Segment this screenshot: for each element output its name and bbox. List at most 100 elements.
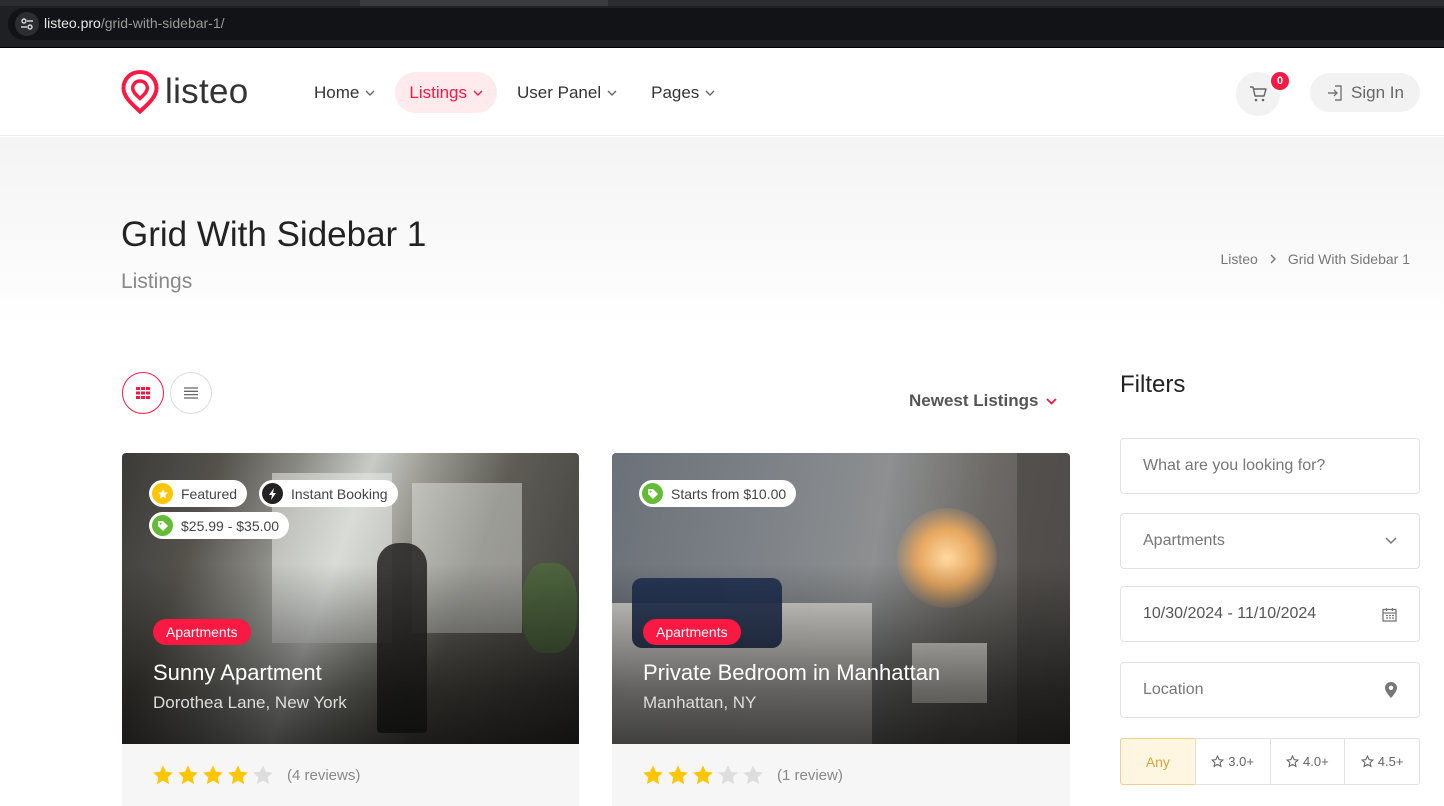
category-value: Apartments <box>1143 532 1225 549</box>
url-text[interactable]: listeo.pro/grid-with-sidebar-1/ <box>44 15 225 31</box>
calendar-icon <box>1382 607 1397 622</box>
date-range-value: 10/30/2024 - 11/10/2024 <box>1143 605 1317 622</box>
category-badge[interactable]: Apartments <box>153 619 251 645</box>
price-badge: $25.99 - $35.00 <box>149 512 290 539</box>
logo[interactable]: listeo <box>121 70 249 114</box>
star-filled-icon <box>153 765 173 785</box>
nav-pages-label: Pages <box>651 82 700 102</box>
rating-option-4-5[interactable]: 4.5+ <box>1344 738 1420 785</box>
sign-in-label: Sign In <box>1351 82 1404 102</box>
star-filled-icon <box>693 765 713 785</box>
site-settings-icon[interactable] <box>15 12 39 36</box>
breadcrumb: Listeo Grid With Sidebar 1 <box>1220 251 1410 267</box>
grid-view-button[interactable] <box>122 372 164 414</box>
listing-title[interactable]: Private Bedroom in Manhattan <box>643 660 940 686</box>
active-tab-edge <box>360 0 608 6</box>
category-badge[interactable]: Apartments <box>643 619 741 645</box>
grid-icon <box>136 387 150 399</box>
rating-option-4[interactable]: 4.0+ <box>1269 738 1346 785</box>
listing-location: Manhattan, NY <box>643 693 757 712</box>
listing-rating-bar: (4 reviews) <box>122 744 579 806</box>
rating-option-3[interactable]: 3.0+ <box>1194 738 1271 785</box>
review-count: (4 reviews) <box>287 766 361 784</box>
search-input[interactable]: What are you looking for? <box>1120 438 1420 494</box>
rating-option-label: Any <box>1145 753 1170 770</box>
star-badge-icon <box>152 483 173 504</box>
star-filled-icon <box>178 765 198 785</box>
rating-option-label: 4.5+ <box>1377 754 1404 769</box>
page-subtitle: Listings <box>121 270 193 293</box>
listing-card[interactable]: Featured Instant Booking $25.99 - $35.00… <box>122 453 579 806</box>
instant-booking-label: Instant Booking <box>291 485 388 502</box>
chevron-down-icon <box>1046 397 1058 405</box>
listing-title[interactable]: Sunny Apartment <box>153 660 322 686</box>
list-view-button[interactable] <box>170 372 212 414</box>
sort-label: Newest Listings <box>909 391 1039 410</box>
chevron-down-icon <box>705 90 715 96</box>
cart-count-badge: 0 <box>1269 70 1291 92</box>
search-placeholder: What are you looking for? <box>1143 457 1326 474</box>
star-filled-icon <box>228 765 248 785</box>
page-title: Grid With Sidebar 1 <box>121 215 427 254</box>
logo-text: listeo <box>165 72 249 111</box>
filters-title: Filters <box>1120 371 1186 398</box>
star-empty-icon <box>743 765 763 785</box>
nav-home-label: Home <box>314 82 360 102</box>
star-filled-icon <box>203 765 223 785</box>
sort-dropdown[interactable]: Newest Listings <box>909 391 1058 411</box>
rating-option-label: 4.0+ <box>1303 754 1329 769</box>
browser-bar: listeo.pro/grid-with-sidebar-1/ <box>0 0 1444 48</box>
star-rating <box>642 764 767 786</box>
lightning-icon <box>262 483 283 504</box>
url-host: listeo.pro <box>44 15 101 31</box>
main-nav: Home Listings User Panel Pages <box>300 72 735 113</box>
star-outline-icon <box>1360 755 1374 768</box>
url-path: /grid-with-sidebar-1/ <box>100 15 225 31</box>
list-icon <box>184 387 198 399</box>
rating-option-any[interactable]: Any <box>1120 738 1196 785</box>
address-bar[interactable]: listeo.pro/grid-with-sidebar-1/ <box>8 8 1444 40</box>
listing-card[interactable]: Starts from $10.00 Apartments Private Be… <box>612 453 1070 806</box>
listing-rating-bar: (1 review) <box>612 744 1070 806</box>
star-filled-icon <box>668 765 688 785</box>
price-label: $25.99 - $35.00 <box>181 517 280 534</box>
rating-filter: Any 3.0+ 4.0+ 4.5+ <box>1120 738 1420 785</box>
map-pin-logo-icon <box>121 70 159 114</box>
featured-badge: Featured <box>149 480 248 507</box>
map-marker-icon <box>1385 682 1397 698</box>
price-label: Starts from $10.00 <box>671 485 787 502</box>
star-rating <box>152 764 277 786</box>
nav-user-panel-label: User Panel <box>517 82 602 102</box>
chevron-down-icon <box>607 90 617 96</box>
cart-icon <box>1250 86 1267 102</box>
breadcrumb-home[interactable]: Listeo <box>1220 251 1257 267</box>
price-badge: Starts from $10.00 <box>639 480 797 507</box>
price-tag-icon <box>152 515 173 536</box>
featured-label: Featured <box>181 485 238 502</box>
category-select[interactable]: Apartments <box>1120 513 1420 569</box>
breadcrumb-current: Grid With Sidebar 1 <box>1287 251 1410 267</box>
date-range-input[interactable]: 10/30/2024 - 11/10/2024 <box>1120 586 1420 642</box>
chevron-down-icon <box>365 90 375 96</box>
chevron-down-icon <box>1385 537 1397 545</box>
sign-in-icon <box>1328 84 1342 101</box>
location-input[interactable]: Location <box>1120 662 1420 718</box>
chevron-right-icon <box>1270 254 1276 264</box>
nav-listings[interactable]: Listings <box>395 72 497 113</box>
tab-strip <box>0 0 1444 6</box>
nav-home[interactable]: Home <box>300 72 389 113</box>
chevron-down-icon <box>473 90 483 96</box>
image-shade <box>612 564 1070 744</box>
location-placeholder: Location <box>1143 681 1204 698</box>
nav-user-panel[interactable]: User Panel <box>503 72 631 113</box>
star-empty-icon <box>718 765 738 785</box>
sign-in-button[interactable]: Sign In <box>1310 73 1420 112</box>
instant-booking-badge: Instant Booking <box>259 480 398 507</box>
review-count: (1 review) <box>777 766 843 784</box>
star-empty-icon <box>253 765 273 785</box>
star-filled-icon <box>643 765 663 785</box>
star-outline-icon <box>1286 755 1300 768</box>
listing-location: Dorothea Lane, New York <box>153 693 347 712</box>
nav-pages[interactable]: Pages <box>637 72 729 113</box>
site-header: listeo Home Listings User Panel Pages 0 … <box>0 48 1444 136</box>
